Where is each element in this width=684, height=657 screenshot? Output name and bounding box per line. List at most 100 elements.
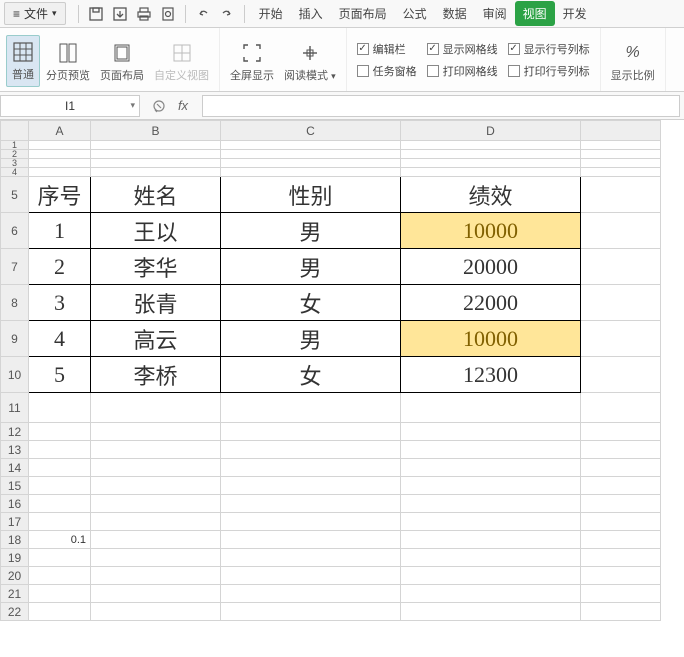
tab-insert[interactable]: 插入	[291, 1, 331, 26]
tab-review[interactable]: 审阅	[475, 1, 515, 26]
task-pane-checkbox[interactable]: 任务窗格	[357, 63, 417, 79]
cell[interactable]: 男	[221, 213, 401, 249]
checkbox-checked-icon: ✓	[357, 43, 369, 55]
print-preview-icon[interactable]	[159, 5, 177, 23]
cell-highlight[interactable]: 10000	[401, 321, 581, 357]
print-headings-checkbox[interactable]: 打印行号列标	[508, 63, 590, 79]
cell[interactable]: 1	[29, 213, 91, 249]
row-head[interactable]: 10	[1, 357, 29, 393]
row-head[interactable]: 17	[1, 513, 29, 531]
fx-button[interactable]: fx	[174, 97, 192, 115]
sheet-grid[interactable]: A B C D 1 2 3 4 5 序号 姓名 性别 绩效 61王以男10000…	[0, 120, 661, 621]
page-break-button[interactable]: 分页预览	[42, 37, 94, 87]
col-B[interactable]: B	[91, 121, 221, 141]
row-head[interactable]: 5	[1, 177, 29, 213]
active-cell-name: I1	[7, 99, 133, 113]
tab-data[interactable]: 数据	[435, 1, 475, 26]
cell[interactable]: 男	[221, 249, 401, 285]
row: 12	[1, 423, 661, 441]
checkbox-checked-icon: ✓	[508, 43, 520, 55]
cell[interactable]: 22000	[401, 285, 581, 321]
row: 22	[1, 603, 661, 621]
header-gender[interactable]: 性别	[221, 177, 401, 213]
save-icon[interactable]	[87, 5, 105, 23]
zoom-label: 显示比例	[611, 67, 655, 83]
name-box[interactable]: I1 ▾	[0, 95, 140, 117]
row-head[interactable]: 14	[1, 459, 29, 477]
row-head[interactable]: 12	[1, 423, 29, 441]
cell-highlight[interactable]: 10000	[401, 213, 581, 249]
cell[interactable]: 王以	[91, 213, 221, 249]
cell[interactable]: 女	[221, 285, 401, 321]
row-head[interactable]: 6	[1, 213, 29, 249]
formula-input[interactable]	[202, 95, 680, 117]
cell[interactable]: 2	[29, 249, 91, 285]
cell-A18[interactable]: 0.1	[29, 531, 91, 549]
normal-view-button[interactable]: 普通	[6, 35, 40, 87]
row-head[interactable]: 4	[1, 168, 29, 177]
select-all-corner[interactable]	[1, 121, 29, 141]
show-group: ✓编辑栏 任务窗格 ✓显示网格线 打印网格线 ✓显示行号列标 打印行号列标	[347, 28, 600, 91]
save-as-icon[interactable]	[111, 5, 129, 23]
col-C[interactable]: C	[221, 121, 401, 141]
col-A[interactable]: A	[29, 121, 91, 141]
row-head[interactable]: 15	[1, 477, 29, 495]
row-head[interactable]: 21	[1, 585, 29, 603]
row-head[interactable]: 11	[1, 393, 29, 423]
cell[interactable]: 女	[221, 357, 401, 393]
cell[interactable]: 3	[29, 285, 91, 321]
tab-formulas[interactable]: 公式	[395, 1, 435, 26]
custom-view-button[interactable]: 自定义视图	[150, 37, 213, 87]
cancel-icon[interactable]	[150, 97, 168, 115]
tab-developer[interactable]: 开发	[555, 1, 595, 26]
fullscreen-button[interactable]: 全屏显示	[226, 37, 278, 87]
row-head[interactable]: 7	[1, 249, 29, 285]
cell[interactable]: 李桥	[91, 357, 221, 393]
quick-access-toolbar	[85, 5, 179, 23]
cell[interactable]: 高云	[91, 321, 221, 357]
normal-label: 普通	[12, 66, 34, 82]
page-layout-button[interactable]: 页面布局	[96, 37, 148, 87]
tab-view[interactable]: 视图	[515, 1, 555, 26]
checkbox-checked-icon: ✓	[427, 43, 439, 55]
reading-mode-button[interactable]: 阅读模式 ▾	[280, 37, 340, 87]
tab-start[interactable]: 开始	[251, 1, 291, 26]
undo-redo-group	[192, 5, 238, 23]
cell[interactable]: 男	[221, 321, 401, 357]
row-head[interactable]: 13	[1, 441, 29, 459]
header-seq[interactable]: 序号	[29, 177, 91, 213]
header-perf[interactable]: 绩效	[401, 177, 581, 213]
print-gridlines-checkbox[interactable]: 打印网格线	[427, 63, 498, 79]
reading-mode-label: 阅读模式 ▾	[284, 67, 336, 83]
ribbon: 普通 分页预览 页面布局 自定义视图 全屏显示 阅读模式 ▾ ✓编辑栏 任务窗格	[0, 28, 684, 92]
row-head[interactable]: 9	[1, 321, 29, 357]
header-name[interactable]: 姓名	[91, 177, 221, 213]
formula-bar-checkbox[interactable]: ✓编辑栏	[357, 41, 417, 57]
check-col-2: ✓显示网格线 打印网格线	[423, 35, 502, 85]
chevron-down-icon[interactable]: ▾	[130, 100, 135, 111]
zoom-button[interactable]: % 显示比例	[607, 37, 659, 87]
col-D[interactable]: D	[401, 121, 581, 141]
separator	[244, 5, 245, 23]
undo-icon[interactable]	[194, 5, 212, 23]
redo-icon[interactable]	[218, 5, 236, 23]
cell[interactable]: 李华	[91, 249, 221, 285]
row-head[interactable]: 16	[1, 495, 29, 513]
row-head[interactable]: 20	[1, 567, 29, 585]
cell[interactable]: 5	[29, 357, 91, 393]
cell[interactable]: 张青	[91, 285, 221, 321]
col-extra[interactable]	[581, 121, 661, 141]
row-head[interactable]: 18	[1, 531, 29, 549]
cell[interactable]: 20000	[401, 249, 581, 285]
print-icon[interactable]	[135, 5, 153, 23]
show-gridlines-checkbox[interactable]: ✓显示网格线	[427, 41, 498, 57]
row-head[interactable]: 8	[1, 285, 29, 321]
cell[interactable]: 4	[29, 321, 91, 357]
row-head[interactable]: 19	[1, 549, 29, 567]
file-menu-button[interactable]: ≡ 文件 ▾	[4, 2, 66, 25]
row-4: 4	[1, 168, 661, 177]
cell[interactable]: 12300	[401, 357, 581, 393]
tab-page-layout[interactable]: 页面布局	[331, 1, 395, 26]
show-headings-checkbox[interactable]: ✓显示行号列标	[508, 41, 590, 57]
row-head[interactable]: 22	[1, 603, 29, 621]
